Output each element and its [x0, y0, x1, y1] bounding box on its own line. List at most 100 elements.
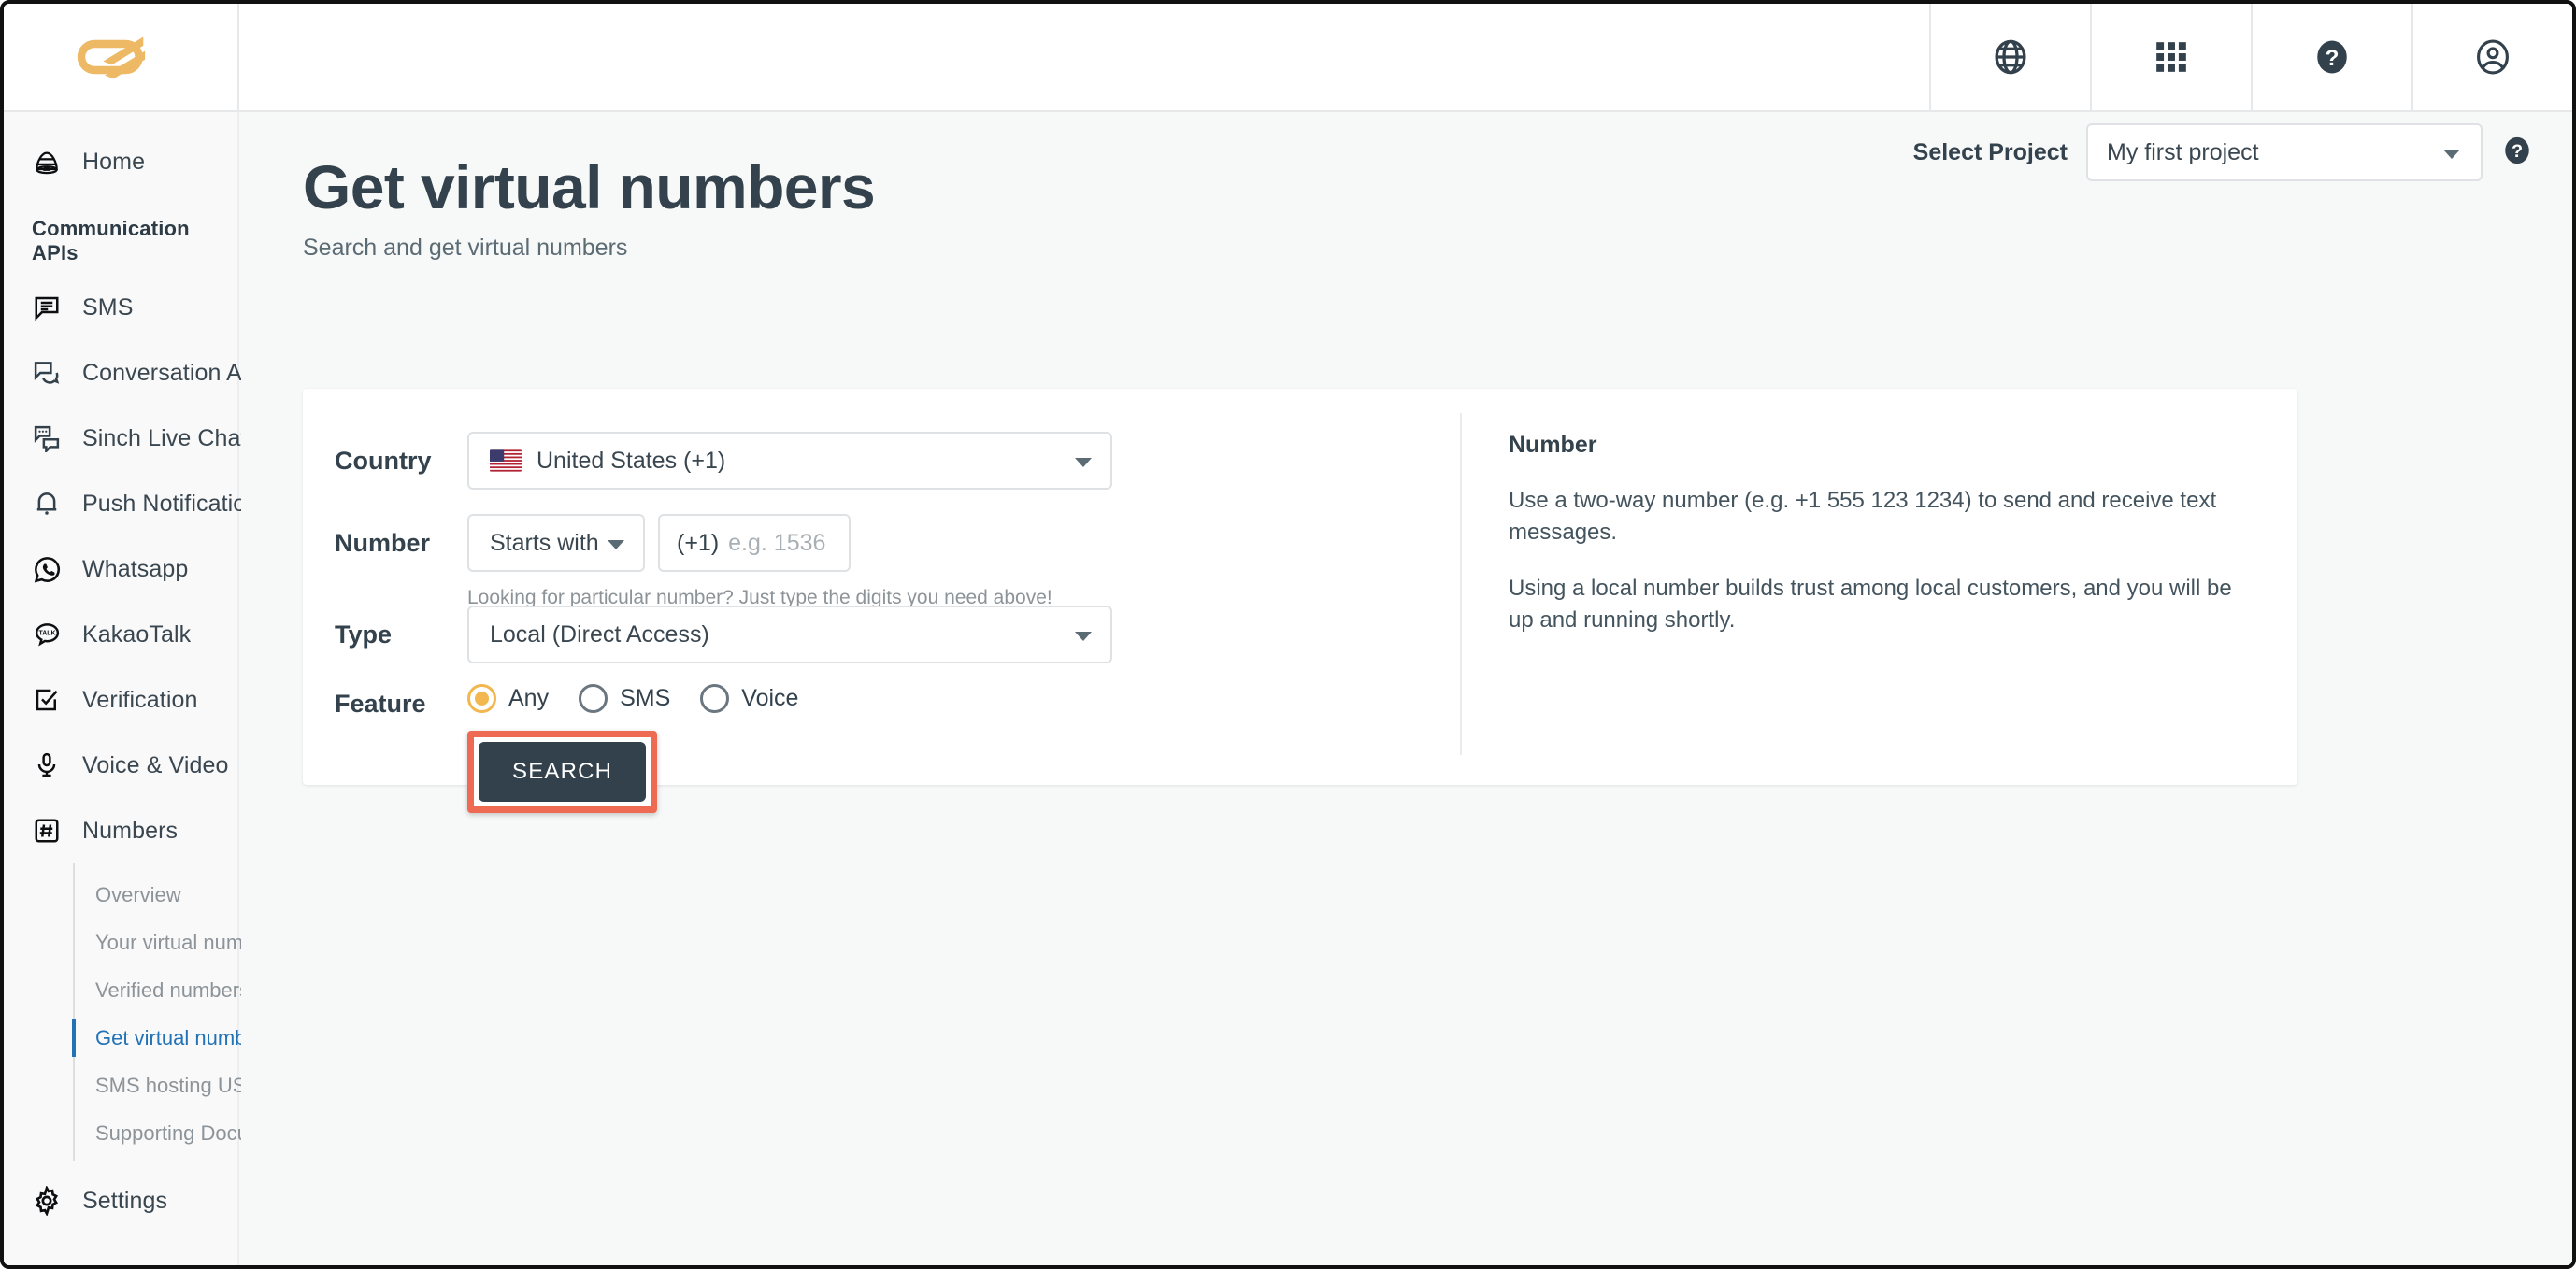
- sidebar-section-title: Communication APIs: [32, 217, 190, 264]
- number-input[interactable]: (+1) e.g. 1536: [658, 514, 851, 572]
- sidebar-subitem-sms-hosting-usa-canada[interactable]: SMS hosting USA/Canada: [75, 1062, 337, 1109]
- feature-radio-sms[interactable]: SMS: [579, 684, 670, 713]
- number-prefix: (+1): [677, 529, 720, 556]
- chevron-down-icon: [608, 540, 624, 549]
- number-placeholder: e.g. 1536: [728, 529, 826, 556]
- sidebar-item-label: KakaoTalk: [82, 620, 192, 648]
- svg-text:?: ?: [2512, 141, 2523, 162]
- country-select-value: United States (+1): [537, 447, 726, 474]
- sidebar-subitem-overview[interactable]: Overview: [75, 871, 237, 919]
- svg-text:TALK: TALK: [38, 630, 55, 636]
- beehive-icon: [32, 147, 62, 177]
- sidebar-item-label: Whatsapp: [82, 555, 189, 582]
- numbers-subnav: Overview Your virtual numbers Verified n…: [72, 863, 339, 1161]
- sidebar-item-label: Settings: [82, 1187, 168, 1214]
- chevron-down-icon: [2443, 150, 2460, 159]
- info-panel-paragraph: Use a two-way number (e.g. +1 555 123 12…: [1509, 488, 2217, 546]
- project-help-icon[interactable]: ?: [2501, 135, 2533, 171]
- type-select-value: Local (Direct Access): [490, 620, 709, 648]
- sidebar-item-conversation-api[interactable]: Conversation API: [4, 340, 265, 406]
- sidebar-item-label: SMS: [82, 293, 134, 321]
- sidebar-item-sms[interactable]: SMS: [4, 275, 237, 340]
- sidebar-item-push-notifications[interactable]: Push Notifications: [4, 471, 271, 536]
- top-bar-spacer: [239, 4, 1929, 110]
- radio-button-icon[interactable]: [700, 684, 730, 713]
- project-picker: Select Project My first project ?: [1913, 123, 2533, 181]
- sidebar-item-sinch-live-chat[interactable]: Sinch Live Chat: [4, 406, 248, 471]
- sidebar: Home Communication APIs SMS Conversation…: [4, 112, 339, 1265]
- info-panel-title: Number: [1509, 432, 1597, 458]
- sidebar-item-settings[interactable]: Settings: [4, 1168, 237, 1233]
- globe-icon[interactable]: [1929, 4, 2090, 110]
- sidebar-item-label: Verification: [82, 686, 198, 713]
- two-chat-bubbles-icon: [32, 358, 62, 388]
- sidebar-subitem-label: Verified numbers: [95, 977, 250, 1002]
- chevron-down-icon: [1075, 632, 1092, 641]
- sidebar-subitem-label: Overview: [95, 882, 181, 906]
- sidebar-item-whatsapp[interactable]: Whatsapp: [4, 536, 237, 602]
- sinch-logo[interactable]: [4, 4, 239, 110]
- feature-option-label: Any: [508, 685, 550, 711]
- hash-square-icon: [32, 816, 62, 846]
- chat-bubbles-dots-icon: [32, 423, 62, 453]
- feature-option-label: Voice: [741, 685, 799, 711]
- us-flag-icon: [490, 449, 522, 472]
- help-circle-icon[interactable]: ?: [2251, 4, 2411, 110]
- feature-radio-group: Any SMS Voice: [467, 675, 815, 713]
- feature-label: Feature: [335, 690, 426, 718]
- country-label: Country: [335, 447, 432, 475]
- feature-radio-voice[interactable]: Voice: [700, 684, 798, 713]
- sidebar-item-label: Numbers: [82, 817, 179, 844]
- type-select[interactable]: Local (Direct Access): [467, 606, 1112, 663]
- whatsapp-icon: [32, 554, 62, 584]
- project-select-value: My first project: [2107, 138, 2259, 165]
- kakaotalk-icon: TALK: [32, 620, 62, 649]
- sinch-logo-icon: [77, 36, 146, 79]
- number-match-select[interactable]: Starts with: [467, 514, 645, 572]
- sidebar-item-label: Sinch Live Chat: [82, 424, 248, 451]
- number-match-value: Starts with: [490, 529, 599, 556]
- page-subtitle: Search and get virtual numbers: [303, 235, 628, 262]
- search-button[interactable]: SEARCH: [479, 742, 647, 802]
- sidebar-item-verification[interactable]: Verification: [4, 667, 237, 733]
- sidebar-subitem-your-virtual-numbers[interactable]: Your virtual numbers: [75, 919, 283, 966]
- bell-icon: [32, 489, 62, 519]
- feature-row: Feature Any SMS Voice: [335, 675, 815, 719]
- type-row: Type Local (Direct Access): [335, 606, 1112, 663]
- sidebar-subitem-supporting-documentation[interactable]: Supporting Documentation: [75, 1109, 339, 1157]
- account-avatar-icon[interactable]: [2411, 4, 2572, 110]
- search-button-zone: SEARCH: [467, 731, 658, 813]
- radio-button-icon[interactable]: [467, 684, 496, 713]
- page-header: Get virtual numbers Search and get virtu…: [241, 112, 2572, 262]
- sidebar-item-home[interactable]: Home: [4, 129, 237, 194]
- radio-button-icon[interactable]: [579, 684, 608, 713]
- sidebar-item-kakaotalk[interactable]: TALK KakaoTalk: [4, 602, 237, 667]
- card-divider: [1460, 413, 1462, 755]
- sidebar-item-label: Voice & Video: [82, 751, 229, 778]
- chevron-down-icon: [1075, 458, 1092, 467]
- search-highlight-box: SEARCH: [467, 731, 658, 813]
- number-label: Number: [335, 529, 431, 557]
- search-card: Country United States (+1) Number Starts…: [303, 389, 2297, 813]
- top-bar-actions: ?: [1929, 4, 2572, 110]
- sidebar-subitem-get-virtual-numbers[interactable]: Get virtual numbers: [72, 1014, 275, 1062]
- sidebar-item-label: Conversation API: [82, 359, 265, 386]
- feature-option-label: SMS: [620, 685, 671, 711]
- project-select[interactable]: My first project: [2086, 123, 2483, 181]
- info-panel: Number Use a two-way number (e.g. +1 555…: [1509, 432, 2247, 661]
- sidebar-item-numbers[interactable]: Numbers: [4, 798, 237, 863]
- apps-grid-icon[interactable]: [2090, 4, 2251, 110]
- top-bar: ?: [4, 4, 2572, 112]
- microphone-icon: [32, 750, 62, 780]
- country-row: Country United States (+1): [335, 432, 1112, 490]
- number-row: Number Starts with (+1) e.g. 1536 Lookin…: [335, 514, 1052, 609]
- select-project-label: Select Project: [1912, 138, 2068, 165]
- sidebar-subitem-verified-numbers[interactable]: Verified numbers: [75, 966, 250, 1014]
- country-select[interactable]: United States (+1): [467, 432, 1112, 490]
- app-window: ? Home Communication APIs SMS Conversati…: [0, 0, 2576, 1269]
- gear-icon: [32, 1186, 62, 1216]
- feature-radio-any[interactable]: Any: [467, 684, 549, 713]
- svg-text:?: ?: [2326, 46, 2340, 71]
- sidebar-item-voice-video[interactable]: Voice & Video: [4, 733, 237, 798]
- sidebar-item-label: Home: [82, 148, 146, 175]
